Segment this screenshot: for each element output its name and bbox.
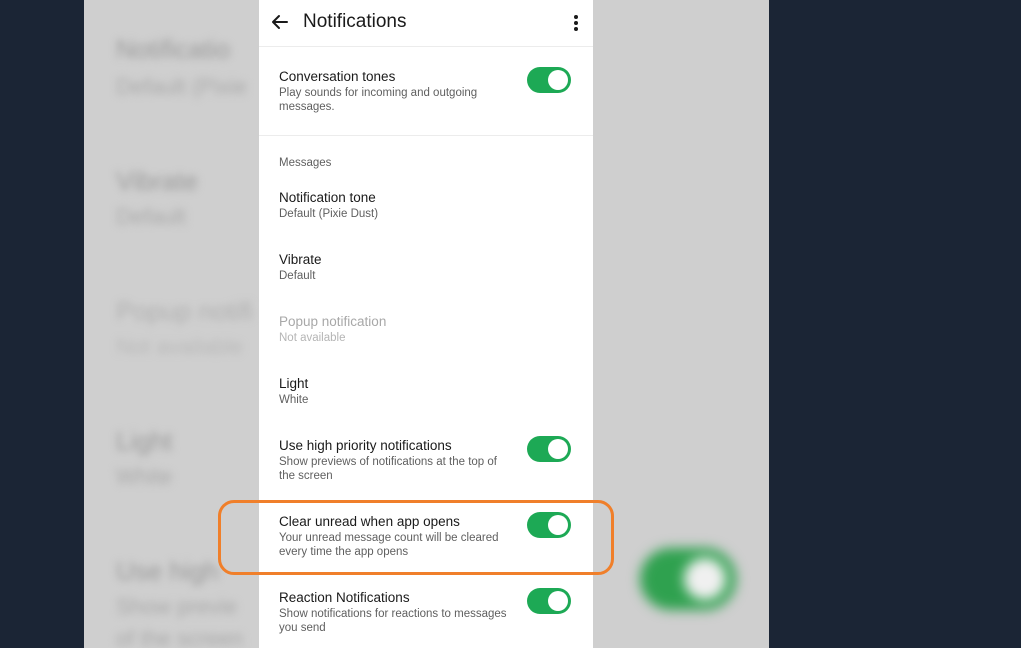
vibrate-title: Vibrate — [279, 252, 322, 267]
notification-tone-title: Notification tone — [279, 190, 376, 205]
light-value: White — [279, 394, 309, 406]
blur-text: Default (Pixie — [116, 74, 247, 99]
toggle-knob — [548, 591, 568, 611]
blur-text: Default — [116, 204, 186, 229]
arrow-left-icon[interactable] — [271, 13, 289, 31]
blur-text: Show previe — [116, 594, 238, 619]
blur-text: Light — [116, 426, 173, 456]
light-title: Light — [279, 376, 309, 391]
popup-notification-title: Popup notification — [279, 314, 387, 329]
vibrate-value: Default — [279, 270, 316, 282]
toggle-knob — [548, 439, 568, 459]
notification-tone-item[interactable]: Notification tone Default (Pixie Dust) — [279, 189, 573, 221]
blur-text: Notificatio — [116, 34, 231, 64]
popup-notification-item: Popup notification Not available — [279, 313, 573, 345]
conversation-tones-title: Conversation tones — [279, 69, 396, 84]
blur-text: White — [116, 464, 173, 489]
messages-section-label: Messages — [279, 157, 332, 169]
blur-text: Vibrate — [116, 166, 198, 196]
high-priority-subtitle: Show previews of notifications at the to… — [279, 456, 497, 482]
conversation-tones-subtitle: Play sounds for incoming and outgoing me… — [279, 87, 478, 113]
popup-notification-value: Not available — [279, 332, 346, 344]
more-vert-icon[interactable] — [573, 14, 579, 32]
highlight-box — [218, 500, 614, 575]
high-priority-item[interactable]: Use high priority notifications Show pre… — [279, 437, 513, 483]
app-bar: Notifications — [259, 0, 593, 47]
conversation-tones-item[interactable]: Conversation tones Play sounds for incom… — [279, 68, 513, 114]
blur-text: Not available — [116, 334, 244, 359]
blur-text: Use high — [116, 556, 219, 586]
vibrate-item[interactable]: Vibrate Default — [279, 251, 573, 283]
high-priority-title: Use high priority notifications — [279, 438, 452, 453]
page-title: Notifications — [303, 11, 407, 32]
reaction-notifications-subtitle: Show notifications for reactions to mess… — [279, 608, 507, 634]
reaction-notifications-item[interactable]: Reaction Notifications Show notification… — [279, 589, 513, 635]
reaction-notifications-toggle[interactable] — [527, 588, 571, 614]
notification-tone-value: Default (Pixie Dust) — [279, 208, 379, 220]
blur-text: of the screen — [116, 626, 244, 648]
blur-toggle — [640, 548, 736, 610]
conversation-tones-toggle[interactable] — [527, 67, 571, 93]
reaction-notifications-title: Reaction Notifications — [279, 590, 410, 605]
divider — [259, 135, 593, 136]
blur-text: Popup notifi — [116, 296, 254, 326]
high-priority-toggle[interactable] — [527, 436, 571, 462]
light-item[interactable]: Light White — [279, 375, 573, 407]
toggle-knob — [548, 70, 568, 90]
